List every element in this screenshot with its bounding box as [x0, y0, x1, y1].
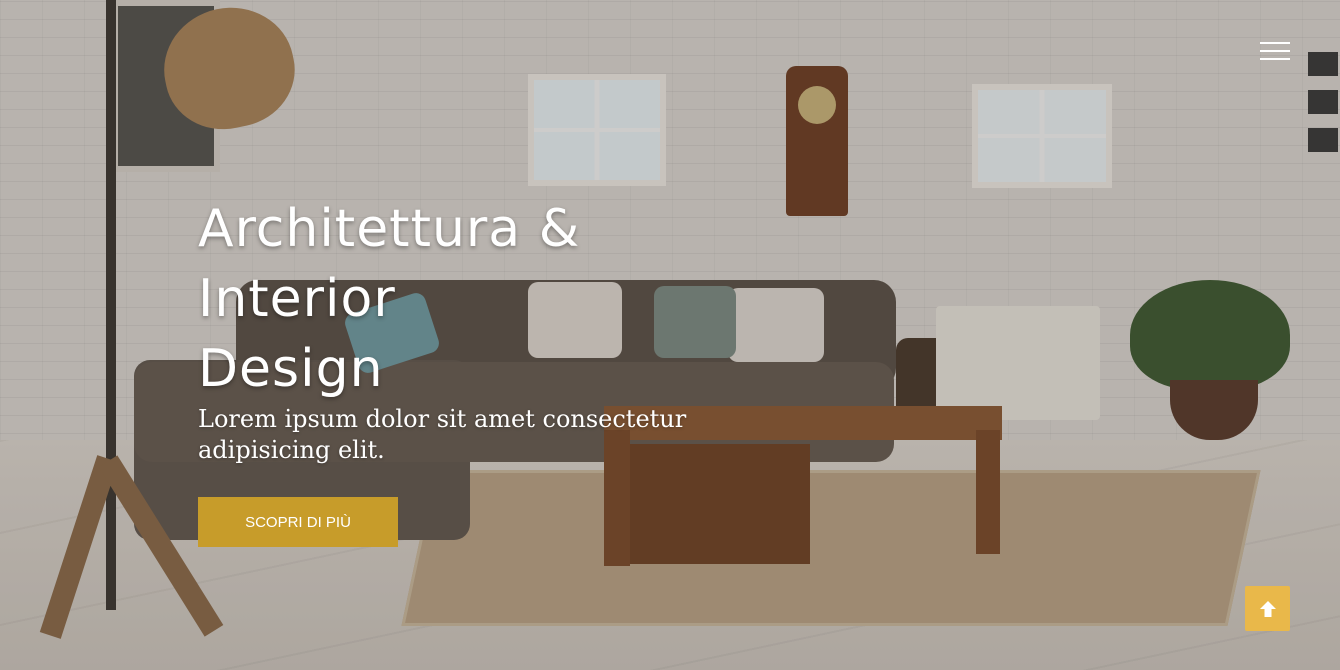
- hamburger-menu-icon: [1260, 50, 1290, 52]
- hero-subtitle: Lorem ipsum dolor sit amet consectetur a…: [198, 405, 687, 464]
- arrow-up-icon: [1259, 600, 1276, 617]
- hero-title: Architettura & Interior Design: [198, 194, 658, 404]
- hamburger-menu-icon: [1260, 58, 1290, 60]
- menu-button[interactable]: [1256, 38, 1292, 64]
- discover-more-button[interactable]: SCOPRI DI PIÙ: [198, 497, 398, 547]
- hero-title-line: Interior: [198, 269, 396, 329]
- hero-title-line: Design: [198, 339, 384, 399]
- back-to-top-button[interactable]: [1245, 586, 1290, 631]
- hero-title-line: Architettura &: [198, 199, 581, 259]
- hamburger-menu-icon: [1260, 42, 1290, 44]
